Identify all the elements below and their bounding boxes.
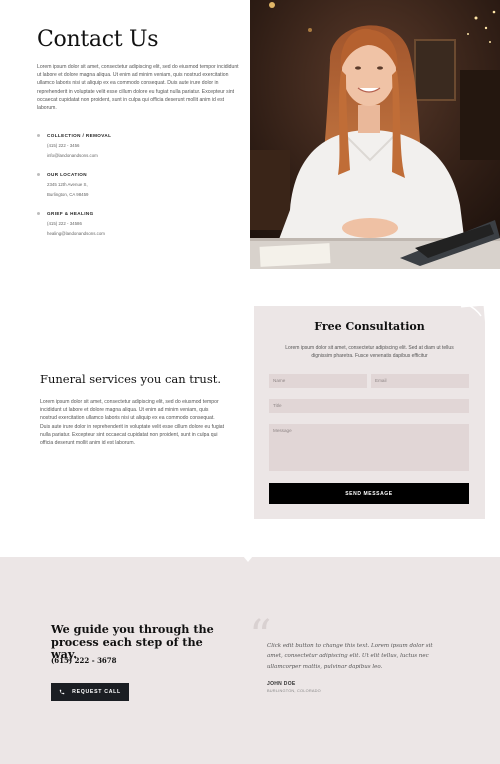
page-title: Contact Us — [37, 27, 159, 52]
form-title: Free Consultation — [314, 320, 425, 333]
section-notch — [243, 556, 253, 562]
info-location: OUR LOCATION 2345 12th Avenue S, Burling… — [37, 172, 237, 197]
name-field[interactable]: Name — [269, 374, 367, 388]
bullet-dot-icon — [37, 173, 40, 176]
info-grief: GRIEF & HEALING (415) 222 - 34586 healin… — [37, 211, 237, 236]
info-heading: COLLECTION / REMOVAL — [47, 133, 112, 138]
info-collection: COLLECTION / REMOVAL (415) 222 - 3456 in… — [37, 133, 237, 158]
request-call-label: REQUEST CALL — [72, 689, 121, 695]
info-address-city: Burlington, CA 98459 — [47, 192, 89, 197]
guide-title: We guide you through the process each st… — [51, 622, 214, 661]
testimonial-author: JOHN DOE — [267, 681, 296, 687]
phone-icon — [59, 689, 65, 695]
title-field[interactable]: Title — [269, 399, 469, 413]
guide-phone[interactable]: (615) 222 - 3678 — [51, 656, 117, 665]
consultation-form: Free Consultation Lorem ipsum dolor sit … — [254, 302, 489, 519]
info-phone[interactable]: (415) 222 - 3456 — [47, 143, 237, 148]
info-email[interactable]: info@landonandsons.com — [47, 153, 237, 158]
info-heading: OUR LOCATION — [47, 172, 87, 177]
trust-section: Funeral services you can trust. Lorem ip… — [40, 372, 225, 447]
trust-title: Funeral services you can trust. — [40, 372, 222, 386]
testimonial-text: Click edit button to change this text. L… — [267, 643, 433, 670]
info-email[interactable]: healing@landonandsons.com — [47, 231, 237, 236]
message-field[interactable]: Message — [269, 424, 469, 471]
guide-section: We guide you through the process each st… — [0, 556, 500, 764]
contact-intro: Lorem ipsum dolor sit amet, consectetur … — [37, 64, 239, 112]
send-message-button[interactable]: SEND MESSAGE — [269, 483, 469, 504]
bullet-dot-icon — [37, 212, 40, 215]
contact-text: Contact Us Lorem ipsum dolor sit amet, c… — [37, 25, 242, 112]
form-description: Lorem ipsum dolor sit amet, consectetur … — [285, 345, 454, 359]
email-field[interactable]: Email — [371, 374, 469, 388]
trust-body: Lorem ipsum dolor sit amet, consectetur … — [40, 399, 225, 447]
info-address-line: 2345 12th Avenue S, — [47, 182, 88, 187]
contact-photo — [250, 0, 500, 269]
testimonial-location: BURLINGTON, COLORADO — [267, 688, 321, 693]
request-call-button[interactable]: REQUEST CALL — [51, 683, 129, 701]
info-phone[interactable]: (415) 222 - 34586 — [47, 221, 237, 226]
bullet-dot-icon — [37, 134, 40, 137]
info-heading: GRIEF & HEALING — [47, 211, 94, 216]
